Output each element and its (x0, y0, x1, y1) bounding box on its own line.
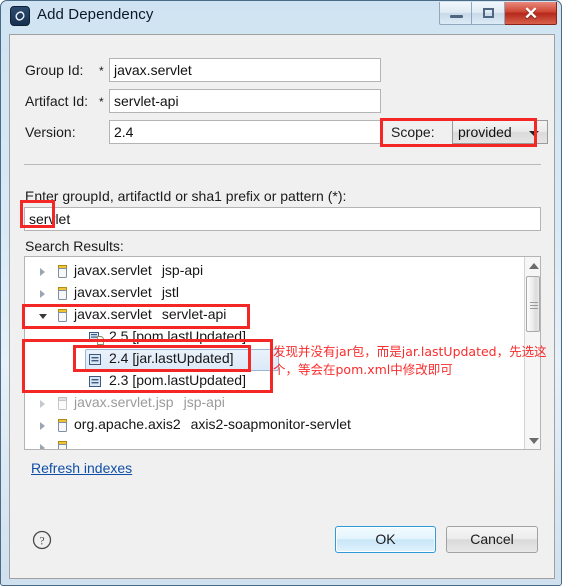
tree-row-label: 2.3 [pom.lastUpdated] (109, 372, 246, 388)
tree-row-group: javax.servlet.jsp (74, 394, 174, 410)
annotation-note-line2: 个，等会在pom.xml中修改即可 (273, 362, 453, 377)
group-id-required-mark: * (99, 64, 104, 78)
maximize-icon (483, 8, 494, 18)
version-input[interactable]: 2.4 (109, 120, 381, 144)
help-icon[interactable]: ? (32, 530, 52, 550)
tree-row-label: javax.servlet servlet-api (74, 306, 226, 322)
scroll-down-icon (529, 438, 539, 444)
close-button[interactable]: ✕ (505, 2, 557, 25)
close-icon: ✕ (523, 4, 539, 23)
minimize-button[interactable] (439, 2, 472, 25)
jar-icon (58, 309, 67, 322)
search-results-label: Search Results: (25, 238, 124, 254)
expand-collapse-icon[interactable] (40, 422, 45, 430)
scope-label: Scope: (391, 124, 435, 140)
title-bar: Add Dependency ✕ (1, 1, 561, 34)
scrollbar-grip (530, 305, 538, 306)
expand-collapse-icon[interactable] (39, 314, 47, 319)
tree-row-artifact: jsp-api (183, 394, 225, 410)
chevron-down-icon (529, 131, 539, 136)
tree-row[interactable]: javax.servlet.jsp jsp-api (25, 393, 540, 415)
expand-collapse-icon[interactable] (40, 290, 45, 298)
add-dependency-dialog: Add Dependency ✕ Group Id: * javax.servl… (0, 0, 562, 586)
tree-row[interactable]: javax.servlet jsp-api (25, 261, 540, 283)
artifact-id-label: Artifact Id: (25, 93, 89, 109)
jar-icon (58, 441, 67, 449)
tree-row-group: javax.servlet (74, 284, 152, 300)
jar-icon-dim (58, 397, 67, 410)
tree-row[interactable]: org.apache.axis2 axis2-soapmonitor-servle… (25, 415, 540, 437)
tree-row-artifact: servlet-api (161, 306, 227, 322)
scope-selected-value: provided (458, 124, 512, 140)
expand-collapse-icon[interactable] (40, 400, 45, 408)
pom-version-icon (89, 332, 104, 345)
maven-dependency-icon (10, 6, 30, 26)
cancel-button[interactable]: Cancel (446, 526, 538, 553)
tree-row-label: javax.servlet jsp-api (74, 262, 203, 278)
scrollbar-grip (530, 302, 538, 303)
tree-row-group: javax.servlet (74, 262, 152, 278)
tree-row-artifact: axis2-soapmonitor-servlet (190, 416, 351, 432)
jar-version-icon (89, 354, 101, 365)
window-controls: ✕ (439, 2, 557, 25)
tree-row-partial[interactable] (25, 437, 540, 449)
expand-collapse-icon[interactable] (40, 268, 45, 276)
ok-button[interactable]: OK (335, 526, 436, 553)
scroll-up-arrow[interactable] (525, 257, 540, 274)
group-id-label: Group Id: (25, 62, 84, 78)
scrollbar-grip (530, 308, 538, 309)
tree-row[interactable]: javax.servlet servlet-api (25, 305, 540, 327)
scrollbar-thumb[interactable] (526, 276, 540, 332)
minimize-icon (450, 15, 463, 18)
refresh-indexes-link[interactable]: Refresh indexes (31, 460, 132, 476)
jar-icon (58, 265, 67, 278)
artifact-id-input[interactable]: servlet-api (109, 89, 381, 113)
search-prompt-label: Enter groupId, artifactId or sha1 prefix… (25, 188, 347, 204)
tree-row-artifact: jstl (161, 284, 179, 300)
tree-row-artifact: jsp-api (161, 262, 204, 278)
maximize-button[interactable] (472, 2, 505, 25)
jar-icon (58, 287, 67, 300)
jar-icon (58, 419, 67, 432)
search-input[interactable]: servlet (24, 207, 541, 231)
tree-row-label: javax.servlet jstl (74, 284, 179, 300)
scope-select[interactable]: provided (452, 120, 548, 144)
version-label: Version: (25, 124, 76, 140)
section-divider (24, 164, 541, 165)
tree-row-label: 2.4 [jar.lastUpdated] (109, 350, 234, 366)
tree-row[interactable]: javax.servlet jstl (25, 283, 540, 305)
tree-row-group: org.apache.axis2 (74, 416, 181, 432)
window-title: Add Dependency (37, 6, 154, 23)
annotation-note-line1: 发现并没有jar包，而是jar.lastUpdated，先选这 (273, 344, 547, 359)
expand-collapse-icon[interactable] (40, 444, 45, 449)
tree-row-label: org.apache.axis2 axis2-soapmonitor-servle… (74, 416, 351, 432)
pom-version-icon (89, 376, 101, 387)
tree-row-label: javax.servlet.jsp jsp-api (74, 394, 225, 410)
group-id-input[interactable]: javax.servlet (109, 58, 381, 82)
dialog-footer: ? OK Cancel (9, 494, 555, 579)
tree-row-group: javax.servlet (74, 306, 152, 322)
scroll-up-icon (529, 263, 539, 269)
artifact-id-required-mark: * (99, 95, 104, 109)
svg-text:?: ? (39, 536, 44, 548)
tree-row-label: 2.5 [pom.lastUpdated] (109, 328, 246, 344)
scroll-down-arrow[interactable] (525, 432, 540, 449)
